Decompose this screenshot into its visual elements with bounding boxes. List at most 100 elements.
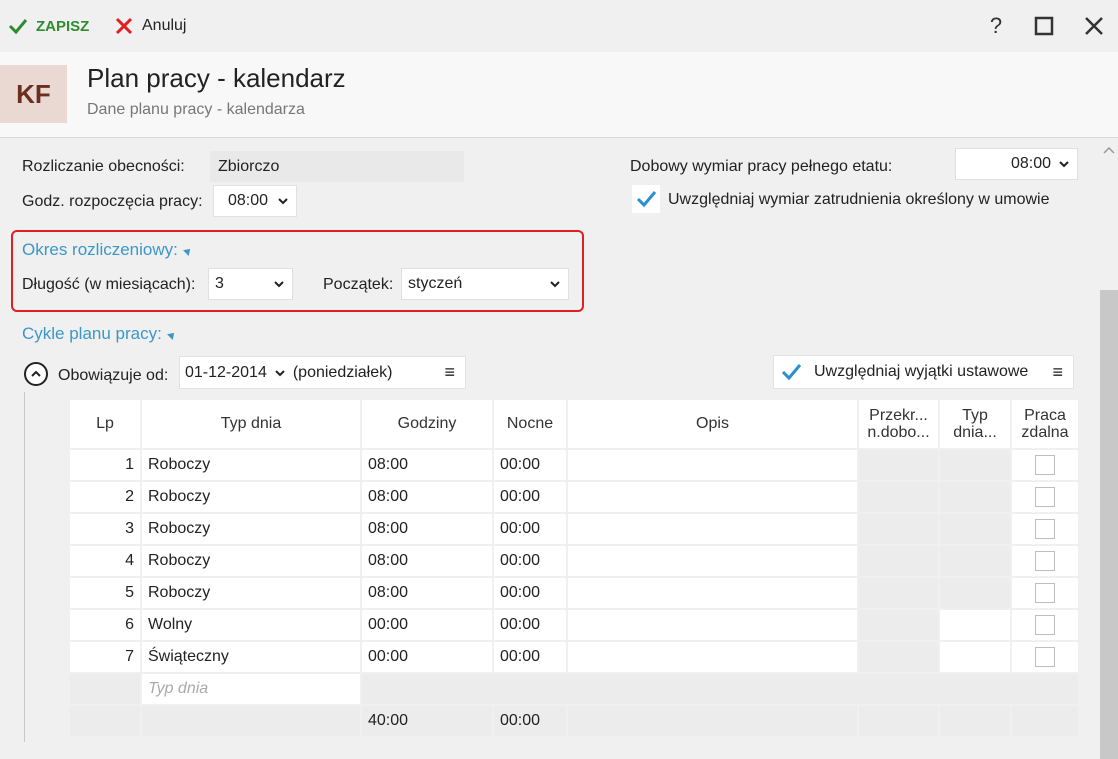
remote-checkbox[interactable] — [1035, 583, 1055, 603]
include-contract-checkbox[interactable] — [632, 185, 660, 213]
cycle-grid: Lp Typ dnia Godziny Nocne Opis Przekr...… — [68, 398, 1080, 738]
cell-remote[interactable] — [1012, 514, 1078, 544]
close-icon — [115, 17, 133, 35]
cell-night[interactable]: 00:00 — [494, 450, 566, 480]
cell-remote[interactable] — [1012, 610, 1078, 640]
remote-line1: Praca — [1024, 407, 1066, 424]
new-row[interactable]: Typ dnia — [70, 674, 1078, 704]
valid-from-field[interactable]: 01-12-2014 (poniedziałek) ≡ — [179, 356, 466, 389]
totals-lp — [70, 706, 140, 736]
cell-desc[interactable] — [568, 482, 857, 512]
cell-night[interactable]: 00:00 — [494, 642, 566, 672]
column-header-desc[interactable]: Opis — [568, 400, 857, 448]
cell-remote[interactable] — [1012, 546, 1078, 576]
cell-night[interactable]: 00:00 — [494, 482, 566, 512]
cell-remote[interactable] — [1012, 642, 1078, 672]
cell-desc[interactable] — [568, 450, 857, 480]
help-button[interactable]: ? — [982, 12, 1010, 40]
maximize-button[interactable] — [1030, 12, 1058, 40]
exceptions-field[interactable]: Uwzględniaj wyjątki ustawowe ≡ — [773, 355, 1074, 389]
remote-checkbox[interactable] — [1035, 551, 1055, 571]
period-start-value: styczeń — [408, 275, 463, 292]
remote-checkbox[interactable] — [1035, 455, 1055, 475]
table-row[interactable]: 6 Wolny 00:00 00:00 — [70, 610, 1078, 640]
toolbar: ZAPISZ Anuluj ? — [0, 0, 1118, 52]
table-row[interactable]: 2 Roboczy 08:00 00:00 — [70, 482, 1078, 512]
table-row[interactable]: 7 Świąteczny 00:00 00:00 — [70, 642, 1078, 672]
cell-remote[interactable] — [1012, 578, 1078, 608]
menu-icon[interactable]: ≡ — [444, 362, 455, 383]
cell-type[interactable]: Roboczy — [142, 514, 360, 544]
vertical-scrollbar[interactable] — [1100, 290, 1118, 759]
cell-daytype[interactable] — [940, 610, 1010, 640]
daily-norm-value: 08:00 — [1010, 155, 1051, 172]
column-header-hours[interactable]: Godziny — [362, 400, 492, 448]
cell-hours[interactable]: 08:00 — [362, 578, 492, 608]
close-window-button[interactable] — [1080, 12, 1108, 40]
totals-type — [142, 706, 360, 736]
cell-night[interactable]: 00:00 — [494, 514, 566, 544]
cycles-section-toggle[interactable]: Cykle planu pracy: — [22, 324, 177, 344]
cell-type[interactable]: Świąteczny — [142, 642, 360, 672]
remote-checkbox[interactable] — [1035, 647, 1055, 667]
column-header-daytype[interactable]: Typ dnia... — [940, 400, 1010, 448]
column-header-night[interactable]: Nocne — [494, 400, 566, 448]
cell-lp: 7 — [70, 642, 140, 672]
scroll-up-button[interactable] — [1101, 140, 1117, 160]
cell-night[interactable]: 00:00 — [494, 578, 566, 608]
cell-type[interactable]: Roboczy — [142, 546, 360, 576]
cell-type[interactable]: Wolny — [142, 610, 360, 640]
start-hour-select[interactable]: 08:00 — [213, 185, 297, 217]
cell-desc[interactable] — [568, 546, 857, 576]
period-start-select[interactable]: styczeń — [401, 268, 569, 300]
cell-hours[interactable]: 08:00 — [362, 546, 492, 576]
period-section-toggle[interactable]: Okres rozliczeniowy: — [22, 240, 193, 260]
valid-from-date: 01-12-2014 — [185, 363, 267, 381]
cell-desc[interactable] — [568, 610, 857, 640]
cell-desc[interactable] — [568, 514, 857, 544]
save-button[interactable]: ZAPISZ — [8, 12, 89, 40]
table-row[interactable]: 5 Roboczy 08:00 00:00 — [70, 578, 1078, 608]
cell-hours[interactable]: 00:00 — [362, 642, 492, 672]
cell-remote[interactable] — [1012, 450, 1078, 480]
remote-checkbox[interactable] — [1035, 615, 1055, 635]
period-length-select[interactable]: 3 — [208, 268, 293, 300]
cell-desc[interactable] — [568, 578, 857, 608]
cell-hours[interactable]: 00:00 — [362, 610, 492, 640]
cancel-button[interactable]: Anuluj — [114, 12, 186, 40]
cell-overrun — [859, 482, 938, 512]
table-row[interactable]: 3 Roboczy 08:00 00:00 — [70, 514, 1078, 544]
attendance-label: Rozliczanie obecności: — [22, 158, 185, 175]
table-row[interactable]: 1 Roboczy 08:00 00:00 — [70, 450, 1078, 480]
column-header-type[interactable]: Typ dnia — [142, 400, 360, 448]
new-row-type-input[interactable]: Typ dnia — [142, 674, 360, 704]
remote-checkbox[interactable] — [1035, 487, 1055, 507]
period-title: Okres rozliczeniowy: — [22, 240, 178, 259]
column-header-overrun[interactable]: Przekr... n.dobo... — [859, 400, 938, 448]
menu-icon[interactable]: ≡ — [1052, 362, 1063, 383]
table-row[interactable]: 4 Roboczy 08:00 00:00 — [70, 546, 1078, 576]
cell-type[interactable]: Roboczy — [142, 578, 360, 608]
cell-daytype — [940, 482, 1010, 512]
cell-daytype[interactable] — [940, 642, 1010, 672]
daily-norm-select[interactable]: 08:00 — [955, 148, 1078, 180]
cell-hours[interactable]: 08:00 — [362, 450, 492, 480]
cell-night[interactable]: 00:00 — [494, 546, 566, 576]
cell-remote[interactable] — [1012, 482, 1078, 512]
cell-type[interactable]: Roboczy — [142, 482, 360, 512]
cell-desc[interactable] — [568, 642, 857, 672]
cell-overrun — [859, 546, 938, 576]
collapse-triangle-icon — [166, 329, 177, 340]
daytype-line1: Typ — [962, 407, 988, 424]
collapse-cycle-button[interactable] — [24, 362, 48, 386]
cell-lp: 2 — [70, 482, 140, 512]
remote-checkbox[interactable] — [1035, 519, 1055, 539]
column-header-remote[interactable]: Praca zdalna — [1012, 400, 1078, 448]
maximize-icon — [1034, 16, 1054, 36]
cell-hours[interactable]: 08:00 — [362, 482, 492, 512]
column-header-lp[interactable]: Lp — [70, 400, 140, 448]
cell-hours[interactable]: 08:00 — [362, 514, 492, 544]
page-subtitle: Dane planu pracy - kalendarza — [87, 101, 305, 118]
cell-type[interactable]: Roboczy — [142, 450, 360, 480]
cell-night[interactable]: 00:00 — [494, 610, 566, 640]
